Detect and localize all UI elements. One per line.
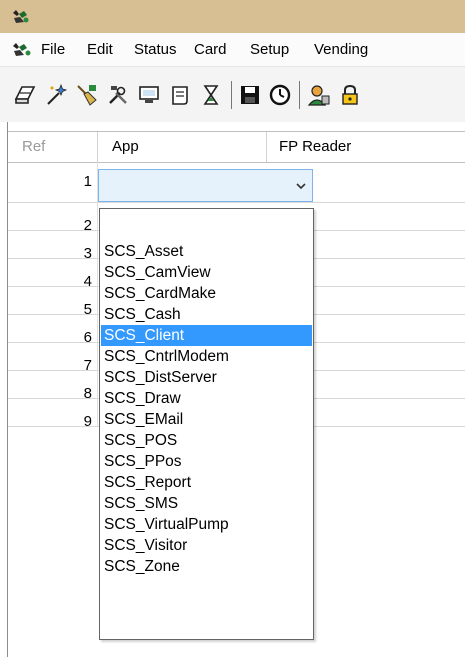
dropdown-option[interactable]: SCS_DistServer bbox=[101, 367, 312, 388]
dropdown-option[interactable]: SCS_SMS bbox=[101, 493, 312, 514]
row-ref[interactable]: 9 bbox=[50, 414, 92, 430]
row-ref[interactable]: 7 bbox=[50, 358, 92, 374]
toolbar-separator bbox=[299, 81, 300, 109]
dropdown-option[interactable]: SCS_EMail bbox=[101, 409, 312, 430]
app-combobox[interactable] bbox=[98, 169, 313, 202]
title-bar bbox=[0, 0, 465, 33]
menu-vending[interactable]: Vending bbox=[314, 42, 368, 58]
column-header-ref[interactable]: Ref bbox=[22, 139, 45, 155]
column-header-fp-reader[interactable]: FP Reader bbox=[279, 139, 351, 155]
user-icon[interactable] bbox=[307, 83, 331, 107]
dropdown-option[interactable] bbox=[101, 211, 312, 232]
dropdown-option[interactable]: SCS_CamView bbox=[101, 262, 312, 283]
lock-icon[interactable] bbox=[338, 83, 362, 107]
row-ref[interactable]: 4 bbox=[50, 274, 92, 290]
dropdown-option[interactable]: SCS_Report bbox=[101, 472, 312, 493]
dropdown-option[interactable]: SCS_Draw bbox=[101, 388, 312, 409]
dropdown-option[interactable]: SCS_Cash bbox=[101, 304, 312, 325]
dropdown-option[interactable]: SCS_Zone bbox=[101, 556, 312, 577]
save-icon[interactable] bbox=[238, 83, 262, 107]
row-ref[interactable]: 1 bbox=[50, 174, 92, 190]
scroll-icon[interactable] bbox=[168, 83, 192, 107]
dropdown-option-selected[interactable]: SCS_Client bbox=[101, 325, 312, 346]
menu-edit[interactable]: Edit bbox=[87, 42, 113, 58]
wand-icon[interactable] bbox=[44, 83, 68, 107]
dropdown-option[interactable]: SCS_CntrlModem bbox=[101, 346, 312, 367]
menu-card[interactable]: Card bbox=[194, 42, 227, 58]
grid-header: Ref App FP Reader bbox=[8, 131, 465, 163]
broom-icon[interactable] bbox=[75, 83, 99, 107]
row-ref[interactable]: 2 bbox=[50, 218, 92, 234]
app-dropdown-list[interactable]: SCS_Asset SCS_CamView SCS_CardMake SCS_C… bbox=[99, 208, 314, 640]
clock-icon[interactable] bbox=[268, 83, 292, 107]
header-divider[interactable] bbox=[266, 132, 267, 162]
toolbar bbox=[0, 67, 465, 123]
chevron-down-icon[interactable] bbox=[296, 182, 306, 190]
toolbar-separator bbox=[231, 81, 232, 109]
tools-icon[interactable] bbox=[106, 83, 130, 107]
hourglass-icon[interactable] bbox=[199, 83, 223, 107]
scanner-icon[interactable] bbox=[13, 83, 37, 107]
row-ref[interactable]: 3 bbox=[50, 246, 92, 262]
dropdown-option[interactable]: SCS_CardMake bbox=[101, 283, 312, 304]
dropdown-option[interactable]: SCS_POS bbox=[101, 430, 312, 451]
row-ref[interactable]: 5 bbox=[50, 302, 92, 318]
menu-status[interactable]: Status bbox=[134, 42, 177, 58]
dropdown-option[interactable]: SCS_Visitor bbox=[101, 535, 312, 556]
row-ref[interactable]: 8 bbox=[50, 386, 92, 402]
dropdown-option[interactable]: SCS_VirtualPump bbox=[101, 514, 312, 535]
app-icon[interactable] bbox=[12, 9, 30, 24]
monitor-icon[interactable] bbox=[137, 83, 161, 107]
row-divider bbox=[8, 202, 465, 203]
menu-setup[interactable]: Setup bbox=[250, 42, 289, 58]
dropdown-option[interactable]: SCS_Asset bbox=[101, 241, 312, 262]
header-divider[interactable] bbox=[97, 132, 98, 162]
dropdown-option[interactable]: SCS_PPos bbox=[101, 451, 312, 472]
menu-file[interactable]: File bbox=[41, 42, 65, 58]
row-ref[interactable]: 6 bbox=[50, 330, 92, 346]
app-menu-icon[interactable] bbox=[12, 42, 32, 57]
column-header-app[interactable]: App bbox=[112, 139, 139, 155]
menu-bar: File Edit Status Card Setup Vending bbox=[0, 33, 465, 67]
